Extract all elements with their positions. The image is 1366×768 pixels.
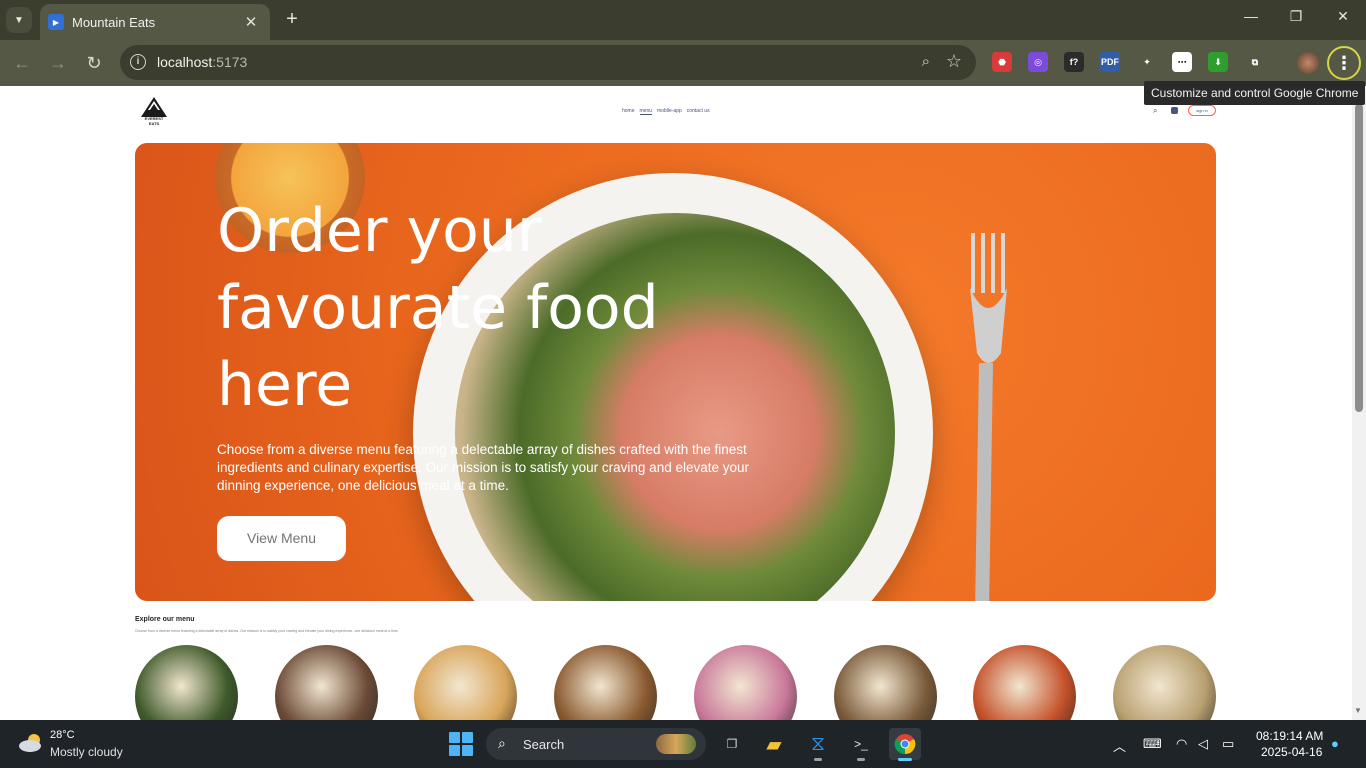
close-tab-icon[interactable]: ✕: [242, 13, 260, 31]
file-explorer-icon[interactable]: ▰: [758, 728, 790, 760]
task-view-icon[interactable]: ❐: [716, 728, 748, 760]
vscode-icon[interactable]: ⧖: [802, 728, 834, 760]
menu-item-cake[interactable]: [694, 645, 797, 720]
search-placeholder: Search: [523, 737, 565, 752]
nav-contact-us[interactable]: contact us: [687, 108, 710, 115]
weather-description[interactable]: Mostly cloudy: [50, 745, 123, 759]
dots-extension-icon[interactable]: ⋯: [1172, 52, 1192, 72]
menu-tooltip: Customize and control Google Chrome: [1144, 81, 1366, 105]
browser-toolbar: ← → ↻ i localhost:5173 ⌕ ☆ ⬣ ◎ f? PDF ✦ ⋯ ⬇ ⧉ ⋮: [0, 40, 1366, 86]
stop-extension-icon[interactable]: ⬣: [992, 52, 1012, 72]
site-info-icon[interactable]: i: [130, 54, 146, 70]
url-host: localhost: [157, 54, 213, 70]
profile-avatar[interactable]: [1297, 52, 1319, 74]
explore-menu-description: Choose from a diverse menu featuring a d…: [135, 629, 399, 633]
favicon-icon: ▶: [48, 14, 64, 30]
menu-item-waffle[interactable]: [414, 645, 517, 720]
url-text[interactable]: localhost:5173: [157, 54, 247, 70]
hat-extension-icon[interactable]: ✦: [1137, 52, 1157, 72]
site-search-icon[interactable]: ⌕: [1153, 106, 1157, 116]
tab-title: Mountain Eats: [72, 14, 156, 30]
minimize-icon[interactable]: —: [1241, 8, 1261, 24]
menu-item-noodles[interactable]: [1113, 645, 1216, 720]
forward-icon[interactable]: →: [46, 51, 70, 75]
keyboard-icon[interactable]: ⌨: [1143, 736, 1162, 752]
scroll-thumb[interactable]: [1355, 104, 1363, 412]
color-picker-extension-icon[interactable]: ◎: [1028, 52, 1048, 72]
chrome-menu-button[interactable]: ⋮: [1327, 46, 1361, 80]
clock-time[interactable]: 08:19:14 AM: [1256, 729, 1323, 743]
vscode-running-indicator: [814, 758, 822, 761]
nav-home[interactable]: home: [622, 108, 635, 115]
taskbar-search-box[interactable]: ⌕ Search: [486, 728, 706, 760]
cloudy-weather-icon[interactable]: [18, 733, 44, 753]
show-hidden-icons-chevron-icon[interactable]: ︿: [1113, 736, 1126, 755]
restore-icon[interactable]: ❐: [1286, 8, 1306, 25]
url-port: :5173: [212, 54, 248, 70]
terminal-running-indicator: [857, 758, 865, 761]
nav-mobile-app[interactable]: mobile-app: [657, 108, 682, 115]
chrome-logo-icon: [894, 734, 916, 755]
basket-icon[interactable]: [1171, 107, 1178, 114]
notification-bell-icon[interactable]: ●: [1331, 736, 1339, 751]
explore-menu-title: Explore our menu: [135, 616, 195, 623]
volume-icon[interactable]: ◁: [1198, 736, 1208, 752]
tab-search-chevron-icon[interactable]: ▼: [6, 7, 32, 33]
fork-image: [970, 233, 1007, 601]
weather-temperature[interactable]: 28°C: [50, 729, 75, 741]
browser-tab-strip: ▼ ▶ Mountain Eats ✕ + — ❐ ✕: [0, 0, 1366, 40]
new-tab-button[interactable]: +: [282, 8, 302, 30]
page-scrollbar[interactable]: ▲ ▼: [1352, 86, 1366, 720]
search-highlight-image: [656, 734, 696, 754]
sign-in-button[interactable]: sign in: [1188, 105, 1216, 116]
zoom-icon[interactable]: ⌕: [922, 53, 930, 70]
menu-category-list: [135, 645, 1216, 720]
menu-item-rolls[interactable]: [275, 645, 378, 720]
terminal-icon[interactable]: >_: [845, 728, 877, 760]
menu-item-curry[interactable]: [834, 645, 937, 720]
search-icon: ⌕: [498, 735, 506, 751]
reload-icon[interactable]: ↻: [82, 51, 106, 75]
scroll-down-icon[interactable]: ▼: [1354, 706, 1362, 715]
menu-item-pasta[interactable]: [973, 645, 1076, 720]
puzzle-extensions-icon[interactable]: ⧉: [1245, 52, 1265, 72]
view-menu-button[interactable]: View Menu: [217, 516, 346, 561]
font-extension-icon[interactable]: f?: [1064, 52, 1084, 72]
close-window-icon[interactable]: ✕: [1333, 8, 1353, 25]
hero-description: Choose from a diverse menu featuring a d…: [217, 442, 750, 493]
menu-item-sandwich[interactable]: [554, 645, 657, 720]
back-icon[interactable]: ←: [10, 51, 34, 75]
download-extension-icon[interactable]: ⬇: [1208, 52, 1228, 72]
wifi-icon[interactable]: ◠: [1176, 736, 1187, 752]
browser-tab[interactable]: ▶ Mountain Eats ✕: [40, 4, 270, 40]
address-bar[interactable]: i localhost:5173 ⌕ ☆: [120, 45, 976, 80]
battery-icon[interactable]: ▭: [1222, 736, 1234, 752]
hero-title: Order your favourate food here: [217, 196, 659, 420]
site-navbar: home menu mobile-app contact us: [622, 108, 710, 115]
hero-banner: Order your favourate food here Choose fr…: [135, 143, 1216, 601]
chrome-active-indicator: [898, 758, 912, 761]
chrome-taskbar-icon[interactable]: [889, 728, 921, 760]
windows-taskbar: 28°C Mostly cloudy ⌕ Search ❐ ▰ ⧖ >_ ︿ ⌨…: [0, 720, 1366, 768]
bookmark-star-icon[interactable]: ☆: [946, 51, 962, 72]
pdf-extension-icon[interactable]: PDF: [1100, 52, 1120, 72]
page-viewport: EVEREST EATS home menu mobile-app contac…: [0, 86, 1352, 720]
clock-date[interactable]: 2025-04-16: [1261, 745, 1322, 759]
nav-menu[interactable]: menu: [639, 108, 653, 115]
site-logo-text: EVEREST EATS: [144, 116, 164, 126]
menu-item-salad[interactable]: [135, 645, 238, 720]
windows-start-icon[interactable]: [449, 732, 473, 756]
